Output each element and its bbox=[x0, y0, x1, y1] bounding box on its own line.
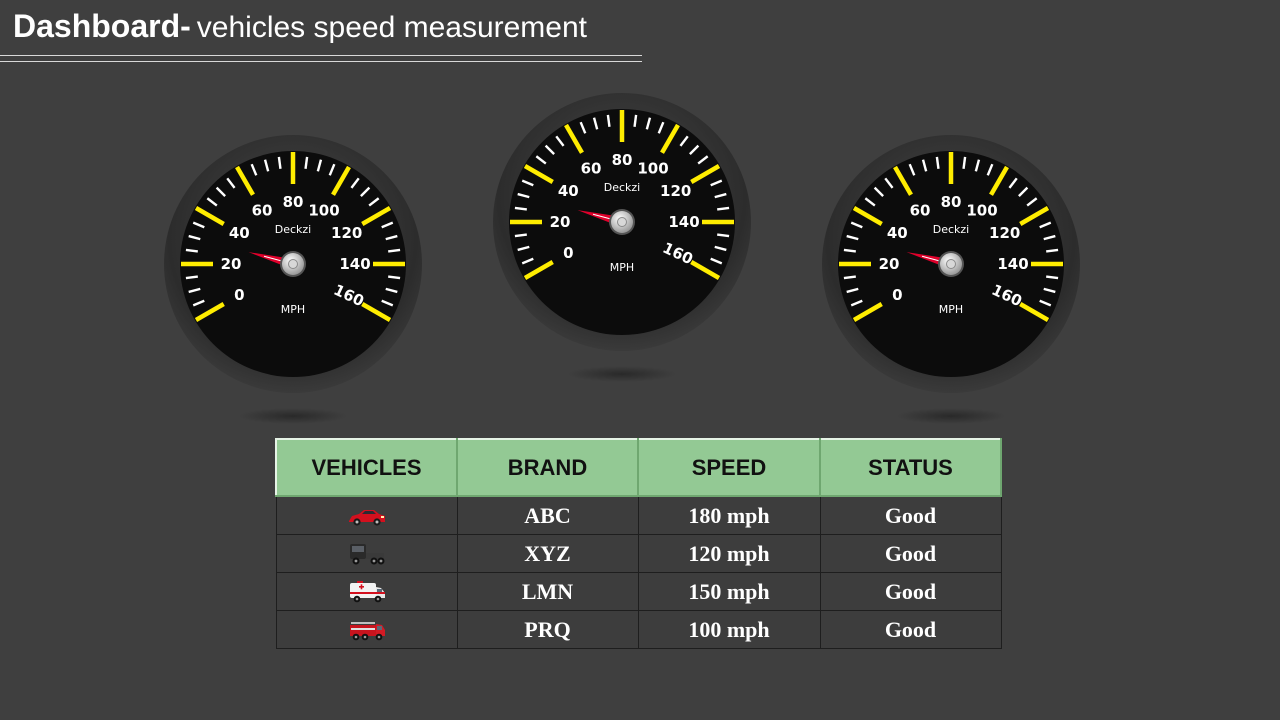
column-header-brand: BRAND bbox=[456, 438, 639, 497]
gauge-scale-label: 40 bbox=[229, 224, 250, 242]
column-header-status: STATUS bbox=[819, 438, 1002, 497]
gauge-minor-tick bbox=[717, 206, 730, 211]
gauge-scale-label: 100 bbox=[637, 159, 668, 177]
page-title: Dashboard-vehicles speed measurement bbox=[13, 8, 587, 45]
gauge-minor-tick bbox=[388, 248, 401, 253]
status-cell: Good bbox=[819, 610, 1002, 649]
status-cell: Good bbox=[819, 495, 1002, 535]
gauge-scale-label: 20 bbox=[879, 255, 900, 273]
gauge-minor-tick bbox=[962, 156, 967, 169]
gauge-minor-tick bbox=[1046, 248, 1059, 253]
status-cell: Good bbox=[819, 572, 1002, 611]
vehicles-table: VEHICLES BRAND SPEED STATUS ABC 180 mph … bbox=[275, 438, 1002, 649]
gauge-brand-text: Deckzi bbox=[604, 181, 641, 194]
vehicle-cell bbox=[275, 610, 458, 649]
gauge-minor-tick bbox=[717, 233, 730, 238]
gauge-shadow bbox=[238, 408, 348, 424]
speedometer-gauge-center: 0 20 40 60 80 100 120 140 160 Deckzi MPH bbox=[492, 92, 752, 352]
gauge-scale-label: 140 bbox=[339, 255, 370, 273]
speed-cell: 120 mph bbox=[637, 534, 821, 573]
speed-cell: 100 mph bbox=[637, 610, 821, 649]
gauge-minor-tick bbox=[935, 156, 940, 169]
gauge-unit-text: MPH bbox=[939, 303, 963, 316]
gauge-minor-tick bbox=[514, 233, 527, 238]
vehicle-cell bbox=[275, 572, 458, 611]
gauge-minor-tick bbox=[633, 114, 638, 127]
gauge-minor-tick bbox=[514, 206, 527, 211]
column-header-speed: SPEED bbox=[637, 438, 821, 497]
gauge-scale-label: 80 bbox=[283, 193, 304, 211]
gauge-svg: 0204060 80 100120140160DeckziMPH bbox=[822, 135, 1080, 393]
gauge-scale-label: 140 bbox=[668, 213, 699, 231]
gauge-scale-label: 60 bbox=[252, 201, 273, 219]
gauge-scale-label: 0 bbox=[563, 244, 573, 262]
gauge-svg: 0204060 80 100120140160DeckziMPH bbox=[493, 93, 751, 351]
title-bold: Dashboard- bbox=[13, 8, 191, 44]
title-subtitle: vehicles speed measurement bbox=[196, 11, 588, 44]
gauge-scale-label: 80 bbox=[941, 193, 962, 211]
brand-cell: ABC bbox=[456, 495, 639, 535]
table-row: XYZ 120 mph Good bbox=[275, 534, 1002, 573]
table-header-row: VEHICLES BRAND SPEED STATUS bbox=[275, 438, 1002, 497]
gauge-scale-label: 100 bbox=[966, 201, 997, 219]
speedometer-gauge-right: 0 20 40 60 80 100 120 140 160 Deckzi MPH bbox=[821, 134, 1081, 394]
red-sports-car-icon bbox=[348, 509, 385, 526]
black-truck-icon bbox=[349, 544, 384, 565]
gauge-scale-label: 60 bbox=[910, 201, 931, 219]
gauge-scale-label: 140 bbox=[997, 255, 1028, 273]
vehicle-cell bbox=[275, 534, 458, 573]
ambulance-icon bbox=[349, 581, 385, 603]
gauge-hub-center bbox=[946, 259, 956, 269]
brand-cell: LMN bbox=[456, 572, 639, 611]
vehicle-cell bbox=[275, 495, 458, 535]
gauge-scale-label: 40 bbox=[887, 224, 908, 242]
speed-cell: 180 mph bbox=[637, 495, 821, 535]
gauge-brand-text: Deckzi bbox=[933, 223, 970, 236]
table-row: LMN 150 mph Good bbox=[275, 572, 1002, 611]
gauge-minor-tick bbox=[388, 275, 401, 280]
gauge-scale-label: 20 bbox=[550, 213, 571, 231]
brand-cell: PRQ bbox=[456, 610, 639, 649]
table-row: PRQ 100 mph Good bbox=[275, 610, 1002, 649]
gauge-scale-label: 120 bbox=[331, 224, 362, 242]
gauge-hub-center bbox=[288, 259, 298, 269]
gauge-scale-label: 120 bbox=[989, 224, 1020, 242]
gauge-minor-tick bbox=[843, 248, 856, 253]
speedometer-gauge-left: 0 20 40 60 80 100 120 140 160 Deckzi MPH bbox=[163, 134, 423, 394]
gauge-shadow bbox=[896, 408, 1006, 424]
table-row: ABC 180 mph Good bbox=[275, 495, 1002, 535]
fire-truck-icon bbox=[349, 622, 385, 641]
gauge-minor-tick bbox=[277, 156, 282, 169]
gauge-scale-label: 80 bbox=[612, 151, 633, 169]
gauge-scale-label: 20 bbox=[221, 255, 242, 273]
gauge-minor-tick bbox=[185, 275, 198, 280]
gauge-scale-label: 100 bbox=[308, 201, 339, 219]
gauge-minor-tick bbox=[1046, 275, 1059, 280]
gauge-shadow bbox=[567, 366, 677, 382]
speed-cell: 150 mph bbox=[637, 572, 821, 611]
gauge-brand-text: Deckzi bbox=[275, 223, 312, 236]
gauge-minor-tick bbox=[304, 156, 309, 169]
gauge-scale-label: 60 bbox=[581, 159, 602, 177]
brand-cell: XYZ bbox=[456, 534, 639, 573]
gauge-svg: 0204060 80 100120140160DeckziMPH bbox=[164, 135, 422, 393]
gauge-scale-label: 0 bbox=[892, 286, 902, 304]
gauge-unit-text: MPH bbox=[610, 261, 634, 274]
gauge-unit-text: MPH bbox=[281, 303, 305, 316]
gauge-scale-label: 0 bbox=[234, 286, 244, 304]
gauge-hub-center bbox=[617, 217, 627, 227]
gauge-minor-tick bbox=[185, 248, 198, 253]
gauge-scale-label: 40 bbox=[558, 182, 579, 200]
gauge-minor-tick bbox=[843, 275, 856, 280]
gauge-minor-tick bbox=[606, 114, 611, 127]
status-cell: Good bbox=[819, 534, 1002, 573]
title-underline bbox=[0, 55, 642, 62]
gauge-scale-label: 120 bbox=[660, 182, 691, 200]
column-header-vehicles: VEHICLES bbox=[275, 438, 458, 497]
